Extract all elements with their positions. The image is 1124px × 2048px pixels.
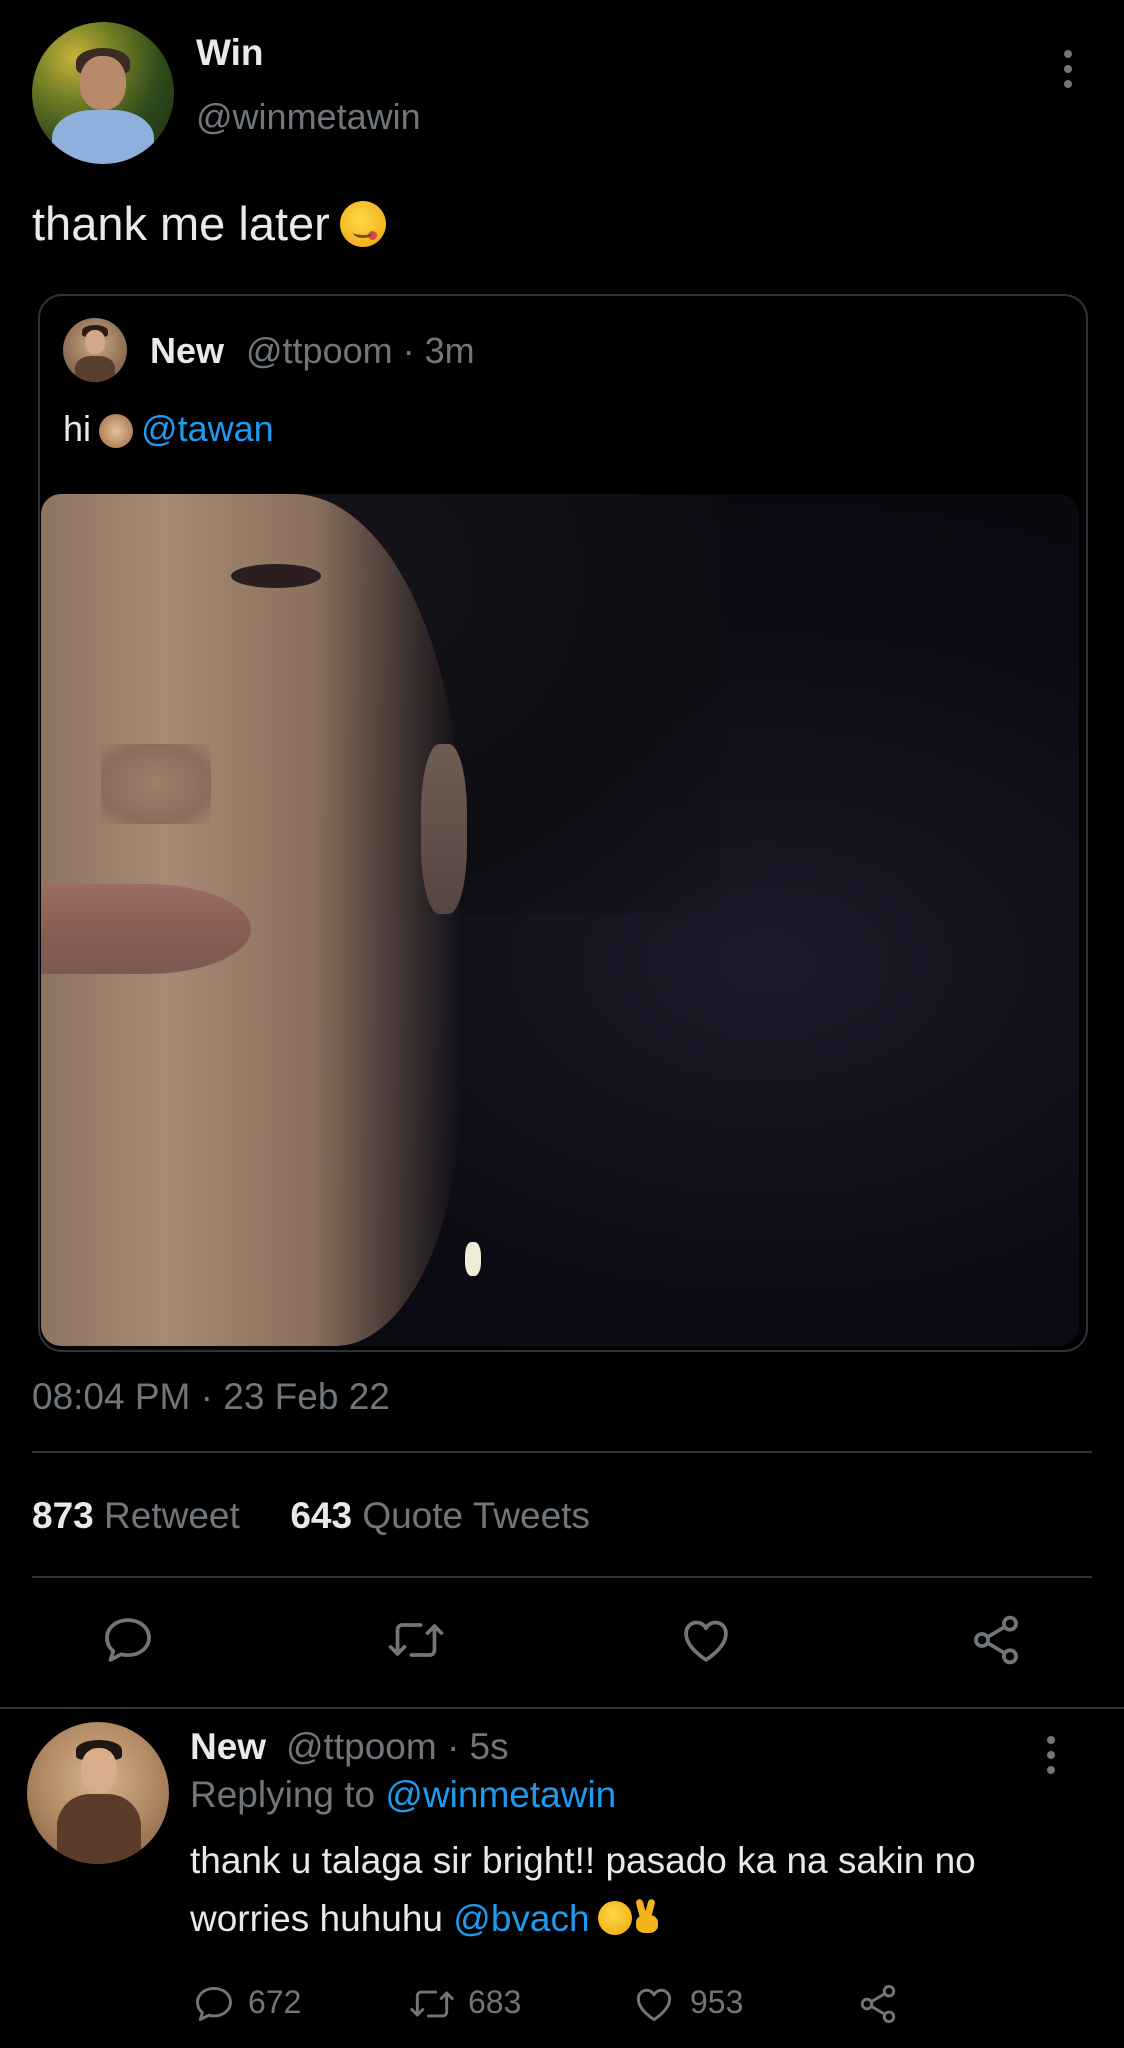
heart-icon[interactable] xyxy=(632,1982,676,2026)
retweet-count: 683 xyxy=(468,1984,522,2020)
tweet-timestamp: 08:04 PM · 23 Feb 22 xyxy=(32,1376,390,1417)
retweet-label[interactable]: Retweet xyxy=(104,1495,240,1536)
share-icon[interactable] xyxy=(856,1982,900,2026)
tweet-text-body: thank me later xyxy=(32,197,330,250)
like-count: 953 xyxy=(690,1984,744,2020)
divider xyxy=(32,1576,1092,1578)
more-icon[interactable] xyxy=(1064,50,1072,88)
share-icon[interactable] xyxy=(968,1612,1024,1668)
yum-emoji-icon xyxy=(339,200,386,247)
reply-author-name[interactable]: New xyxy=(190,1726,266,1768)
see-no-evil-monkey-emoji-icon xyxy=(99,414,134,449)
victory-hand-emoji-icon xyxy=(632,1899,660,1935)
reply-mention-link[interactable]: @bvach xyxy=(453,1898,589,1939)
quoted-author-avatar[interactable] xyxy=(63,318,127,382)
reply-icon[interactable] xyxy=(100,1612,156,1668)
tweet-stats: 873 Retweet 643 Quote Tweets xyxy=(32,1495,590,1537)
author-name[interactable]: Win xyxy=(196,32,263,74)
replying-to: Replying to @winmetawin xyxy=(190,1774,616,1816)
quoted-text-body: hi xyxy=(63,408,92,449)
quoted-mention-link[interactable]: @tawan xyxy=(141,408,274,449)
heart-icon[interactable] xyxy=(678,1612,734,1668)
replying-to-label: Replying to xyxy=(190,1774,376,1815)
quoted-author-name[interactable]: New xyxy=(150,330,224,372)
sob-emoji-icon xyxy=(597,1901,632,1936)
quote-label[interactable]: Quote Tweets xyxy=(362,1495,590,1536)
reply-author-meta: @ttpoom · 5s xyxy=(286,1726,509,1767)
retweet-icon[interactable] xyxy=(386,1612,446,1668)
reply-text: thank u talaga sir bright!! pasado ka na… xyxy=(190,1832,1090,1948)
replying-to-link[interactable]: @winmetawin xyxy=(385,1774,616,1815)
reply-count: 672 xyxy=(248,1984,302,2020)
quote-count[interactable]: 643 xyxy=(290,1495,352,1536)
reply-icon[interactable] xyxy=(192,1982,236,2026)
reply-author-avatar[interactable] xyxy=(27,1722,169,1864)
author-avatar[interactable] xyxy=(32,22,174,164)
retweet-icon[interactable] xyxy=(408,1982,456,2026)
divider xyxy=(32,1451,1092,1453)
divider xyxy=(0,1707,1124,1709)
quoted-text: hi @tawan xyxy=(63,408,274,450)
quoted-author-meta: @ttpoom · 3m xyxy=(246,330,475,371)
retweet-count[interactable]: 873 xyxy=(32,1495,94,1536)
tweet-text: thank me later xyxy=(32,196,386,251)
quoted-media-video[interactable] xyxy=(41,494,1079,1346)
author-handle[interactable]: @winmetawin xyxy=(196,96,421,138)
more-icon[interactable] xyxy=(1047,1736,1055,1774)
